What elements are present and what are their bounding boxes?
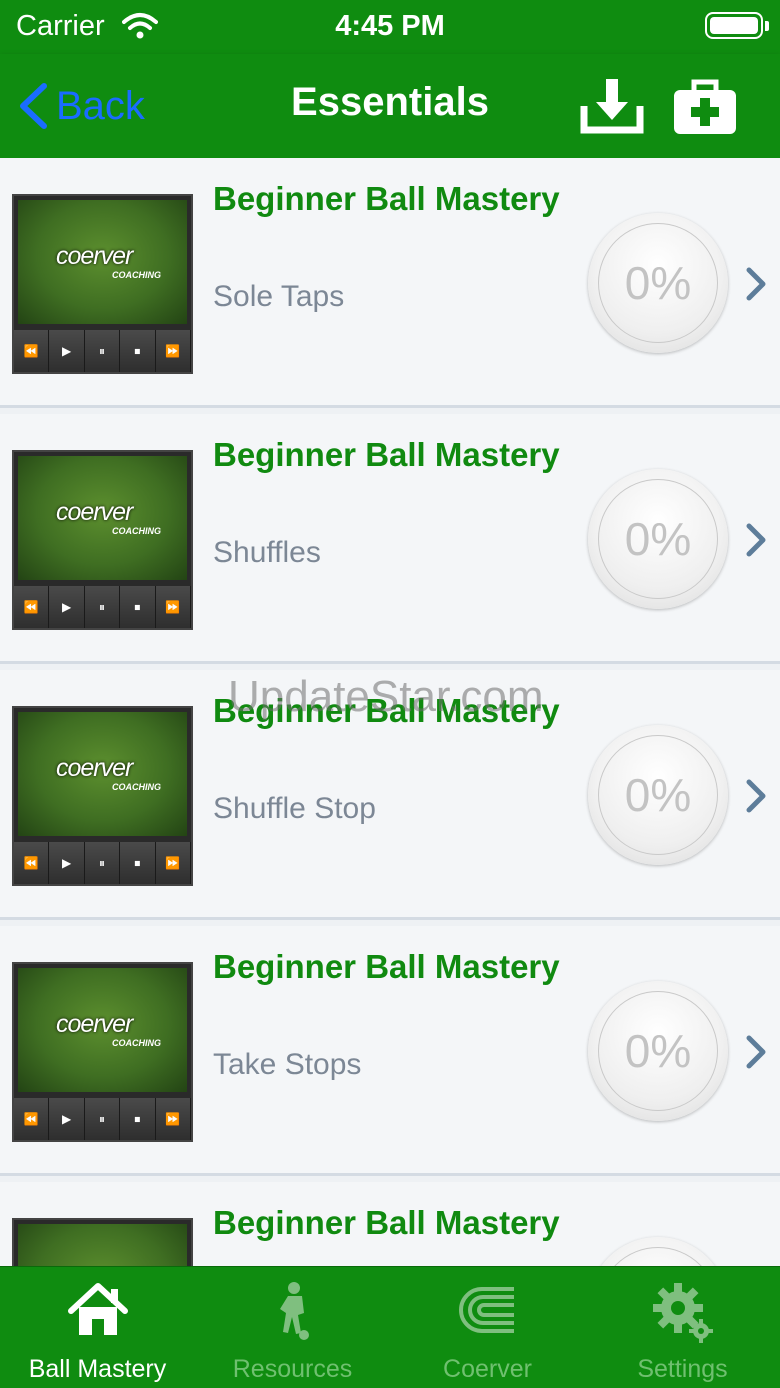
tab-coerver[interactable]: Coerver [390,1267,585,1388]
tab-settings[interactable]: Settings [585,1267,780,1388]
item-subtitle: Shuffles [213,536,321,569]
home-icon [67,1283,128,1335]
progress-circle [588,1237,728,1266]
coerver-logo: coerver [56,754,133,782]
pause-button[interactable]: ⏸ [84,1098,121,1140]
grass-background: coerver COACHING [18,712,187,836]
tab-resources[interactable]: Resources [195,1267,390,1388]
rewind-button[interactable]: ⏪ [14,330,50,372]
video-thumbnail[interactable]: coerver COACHING ⏪ ▶ ⏸ ⏹ ⏩ [12,450,193,630]
gear-icon [652,1283,713,1343]
progress-circle: 0% [588,725,728,865]
item-subtitle: Sole Taps [213,280,345,313]
page-title: Essentials [291,80,489,124]
chevron-right-icon[interactable] [742,1034,770,1070]
grass-background: coerver COACHING [18,968,187,1092]
first-aid-kit-icon[interactable] [672,76,738,136]
list-item[interactable]: coerver COACHING ⏪ ▶ ⏸ ⏹ ⏩ Beginner Ball… [0,926,780,1176]
stop-button[interactable]: ⏹ [120,586,156,628]
battery-icon [705,12,769,39]
progress-value: 0% [598,735,718,855]
play-button[interactable]: ▶ [49,1098,85,1140]
grass-background: coerver COACHING [18,200,187,324]
tab-label: Resources [232,1355,353,1383]
coaching-label: COACHING [112,1038,161,1048]
list-item[interactable]: Beginner Ball Mastery [0,1182,780,1266]
player-controls: ⏪ ▶ ⏸ ⏹ ⏩ [14,1098,192,1140]
pause-button[interactable]: ⏸ [84,842,121,884]
play-button[interactable]: ▶ [49,586,85,628]
stop-button[interactable]: ⏹ [120,330,156,372]
stop-button[interactable]: ⏹ [120,1098,156,1140]
progress-value: 0% [598,479,718,599]
list-item[interactable]: coerver COACHING ⏪ ▶ ⏸ ⏹ ⏩ Beginner Ball… [0,414,780,664]
coaching-label: COACHING [112,270,161,280]
player-icon [279,1282,309,1340]
video-thumbnail[interactable] [12,1218,193,1266]
coerver-logo: coerver [56,498,133,526]
progress-circle: 0% [588,981,728,1121]
tab-ball-mastery[interactable]: Ball Mastery [0,1267,195,1388]
tab-bar: Ball Mastery Resources Coerver Settings [0,1266,780,1388]
coerver-logo: coerver [56,242,133,270]
play-button[interactable]: ▶ [49,842,85,884]
video-thumbnail[interactable]: coerver COACHING ⏪ ▶ ⏸ ⏹ ⏩ [12,706,193,886]
video-thumbnail[interactable]: coerver COACHING ⏪ ▶ ⏸ ⏹ ⏩ [12,194,193,374]
status-time: 4:45 PM [335,10,445,42]
item-subtitle: Shuffle Stop [213,792,376,825]
grass-background [18,1224,187,1266]
coaching-label: COACHING [112,782,161,792]
item-title: Beginner Ball Mastery [213,948,560,985]
player-controls: ⏪ ▶ ⏸ ⏹ ⏩ [14,842,192,884]
rewind-button[interactable]: ⏪ [14,842,50,884]
exercise-list: coerver COACHING ⏪ ▶ ⏸ ⏹ ⏩ Beginner Ball… [0,158,780,1266]
tab-label: Coerver [443,1355,532,1383]
list-item[interactable]: coerver COACHING ⏪ ▶ ⏸ ⏹ ⏩ Beginner Ball… [0,158,780,408]
pause-button[interactable]: ⏸ [84,586,121,628]
player-controls: ⏪ ▶ ⏸ ⏹ ⏩ [14,586,192,628]
rewind-button[interactable]: ⏪ [14,586,50,628]
fast-forward-button[interactable]: ⏩ [155,330,192,372]
tab-label: Ball Mastery [28,1355,167,1383]
progress-circle: 0% [588,213,728,353]
play-button[interactable]: ▶ [49,330,85,372]
video-thumbnail[interactable]: coerver COACHING ⏪ ▶ ⏸ ⏹ ⏩ [12,962,193,1142]
grass-background: coerver COACHING [18,456,187,580]
download-icon[interactable] [580,76,644,136]
navigation-bar: Back Essentials [0,54,780,158]
chevron-right-icon[interactable] [742,778,770,814]
chevron-right-icon[interactable] [742,266,770,302]
player-controls: ⏪ ▶ ⏸ ⏹ ⏩ [14,330,192,372]
rewind-button[interactable]: ⏪ [14,1098,50,1140]
item-title: Beginner Ball Mastery [213,436,560,473]
pause-button[interactable]: ⏸ [84,330,121,372]
item-subtitle: Take Stops [213,1048,362,1081]
chevron-right-icon[interactable] [742,522,770,558]
progress-circle: 0% [588,469,728,609]
item-title: Beginner Ball Mastery [213,1204,560,1241]
item-title: Beginner Ball Mastery [213,692,560,729]
list-item[interactable]: coerver COACHING ⏪ ▶ ⏸ ⏹ ⏩ Beginner Ball… [0,670,780,920]
fast-forward-button[interactable]: ⏩ [155,586,192,628]
progress-value: 0% [598,991,718,1111]
coaching-label: COACHING [112,526,161,536]
tab-label: Settings [637,1355,728,1383]
progress-value: 0% [598,223,718,343]
progress-value [598,1247,718,1266]
fast-forward-button[interactable]: ⏩ [155,1098,192,1140]
coerver-logo-icon [458,1287,514,1333]
coerver-logo: coerver [56,1010,133,1038]
status-bar: Carrier 4:45 PM [0,0,780,54]
fast-forward-button[interactable]: ⏩ [155,842,192,884]
item-title: Beginner Ball Mastery [213,180,560,217]
stop-button[interactable]: ⏹ [120,842,156,884]
